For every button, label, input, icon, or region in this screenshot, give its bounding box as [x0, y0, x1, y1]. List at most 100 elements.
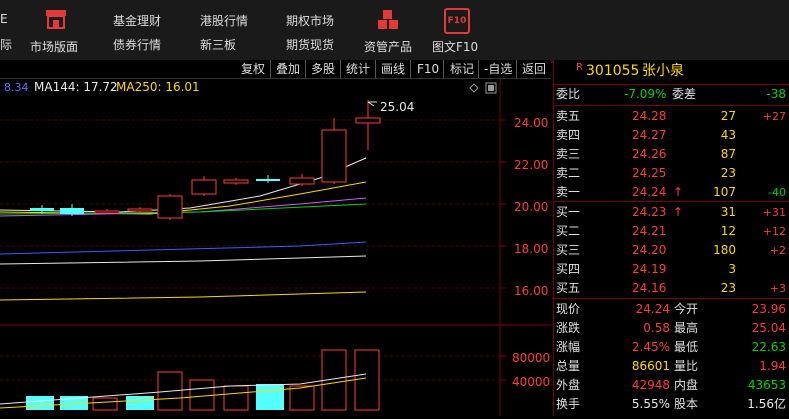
orderbook-price: 24.25 [632, 166, 667, 180]
orderbook-level-label: 卖三 [556, 147, 581, 161]
ma144-legend: MA144: 17.72 [34, 80, 118, 94]
toolbar-fuquan[interactable]: 复权 [237, 60, 269, 78]
volume-bar [289, 385, 315, 411]
toolbar-stats[interactable]: 统计 [342, 60, 374, 78]
orderbook-row[interactable]: 买五 24.16 23 +3 [554, 279, 789, 298]
orderbook-level-label: 买五 [556, 281, 581, 295]
toolbar-draw[interactable]: 画线 [377, 60, 409, 78]
orderbook-change: +12 [762, 225, 786, 238]
orderbook-volume: 43 [720, 128, 736, 142]
f10-button[interactable]: F10 图文F10 [430, 4, 486, 58]
high-marker-arrow [367, 101, 375, 107]
orderbook-price: 24.23 [632, 205, 667, 219]
nav-bond[interactable]: 债券行情 [113, 36, 161, 53]
volume-bar [26, 396, 54, 410]
candle-body [355, 117, 381, 124]
toolbar-overlay[interactable]: 叠加 [272, 60, 304, 78]
f10-icon: F10 [444, 8, 470, 34]
orderbook-change: +31 [762, 206, 786, 219]
orderbook-volume: 12 [720, 224, 736, 238]
candle-body [157, 195, 183, 219]
orderbook-price: 24.28 [632, 109, 667, 123]
quote-label: 换手 [556, 397, 581, 411]
asset-products-button[interactable]: 资管产品 [362, 4, 418, 58]
r-badge: R [576, 62, 583, 73]
quote-value: 86601 [631, 359, 670, 373]
quote-label: 现价 [556, 302, 581, 316]
nav-left-fragment: E [0, 12, 8, 26]
quote-value: 25.04 [751, 321, 786, 335]
ma250-line [0, 291, 367, 301]
orderbook-row[interactable]: 卖二 24.25 23 [554, 164, 789, 183]
price-tick: 20.00 [514, 200, 548, 214]
volume-tick: 40000 [512, 375, 550, 389]
stock-code: 301055 [586, 63, 640, 79]
orderbook-row[interactable]: 卖四 24.27 43 [554, 126, 789, 145]
orderbook-row[interactable]: 买三 24.20 180 +2 [554, 241, 789, 260]
toolbar-add-watchlist[interactable]: -自选 [480, 60, 516, 78]
window-toggle-icon-inner [488, 85, 494, 91]
orderbook-level-label: 买四 [556, 262, 581, 276]
kline-chart-area[interactable]: 8.34 MA144: 17.72 MA250: 16.01 25.04 24.… [0, 78, 551, 416]
ma250-legend: MA250: 16.01 [116, 80, 200, 94]
nav-spot[interactable]: 期货现货 [286, 36, 334, 53]
quote-label: 最高 [674, 321, 699, 335]
cubes-icon [378, 10, 398, 29]
orderbook-level-label: 卖一 [556, 185, 581, 199]
quote-label: 股本 [674, 397, 699, 411]
orderbook-row[interactable]: 买四 24.19 3 [554, 260, 789, 279]
quote-label: 涨幅 [556, 340, 581, 354]
quote-value: 5.55% [631, 397, 670, 411]
quote-value: 43653 [747, 378, 786, 392]
orderbook-level-label: 买二 [556, 224, 581, 238]
orderbook-price: 24.24 [632, 185, 667, 199]
orderbook-row[interactable]: 买二 24.21 12 +12 [554, 222, 789, 241]
weibi-row: 委比 -7.09% 委差 -38 [554, 85, 789, 104]
ma144-line [0, 255, 367, 265]
nav-fund[interactable]: 基金理财 [113, 12, 161, 29]
toolbar-f10[interactable]: F10 [413, 60, 443, 78]
weibi-label: 委比 [556, 87, 581, 101]
nav-neeq[interactable]: 新三板 [200, 36, 236, 53]
ma-line-mid [0, 181, 367, 215]
candle-body [223, 179, 249, 184]
orderbook-row[interactable]: 卖三 24.26 87 [554, 145, 789, 164]
toolbar-multi-stock[interactable]: 多股 [307, 60, 339, 78]
quote-value: 24.24 [635, 302, 670, 316]
ma-line-blue [0, 241, 367, 255]
price-tick: 22.00 [514, 158, 548, 172]
toolbar-separator [443, 60, 444, 78]
orderbook-level-label: 卖四 [556, 128, 581, 142]
orderbook-price: 24.27 [632, 128, 667, 142]
quote-row: 涨跌 0.58 最高 25.04 [554, 319, 789, 338]
divider [554, 298, 789, 299]
weicha-value: -38 [766, 87, 786, 101]
nav-left-fragment-2: 际 [0, 38, 13, 52]
orderbook-level-label: 买一 [556, 205, 581, 219]
orderbook-level-label: 卖五 [556, 109, 581, 123]
candle-body [94, 210, 120, 214]
divider [554, 105, 789, 106]
nav-hk[interactable]: 港股行情 [200, 12, 248, 29]
orderbook-row[interactable]: 卖一 24.24 ↑ 107 -40 [554, 183, 789, 202]
orderbook-volume: 23 [720, 166, 736, 180]
candle-body [256, 179, 280, 181]
toolbar-separator [375, 60, 376, 78]
orderbook-volume: 180 [713, 243, 736, 257]
asset-products-label: 资管产品 [364, 40, 413, 54]
orderbook-row[interactable]: 卖五 24.28 27 +27 [554, 107, 789, 126]
volume-tick: 80000 [512, 351, 550, 365]
stock-header: R 301055 张小泉 [554, 60, 789, 82]
toolbar-separator [478, 60, 479, 78]
nav-futures[interactable]: 期权市场 [286, 12, 334, 29]
toolbar-separator [305, 60, 306, 78]
toolbar-mark[interactable]: 标记 [446, 60, 478, 78]
orderbook-row[interactable]: 买一 24.23 ↑ 31 +31 [554, 203, 789, 222]
volume-bar [126, 396, 154, 410]
quote-value: 1.56亿 [747, 397, 786, 411]
candle-body [127, 208, 153, 212]
toolbar-back[interactable]: 返回 [518, 60, 550, 78]
market-board-button[interactable]: 市场版面 [28, 4, 88, 58]
top-nav-bar: E 际 市场版面 基金理财 债券行情 港股行情 新三板 期权市场 期货现货 资管… [0, 0, 789, 63]
orderbook-change: +3 [769, 282, 786, 295]
